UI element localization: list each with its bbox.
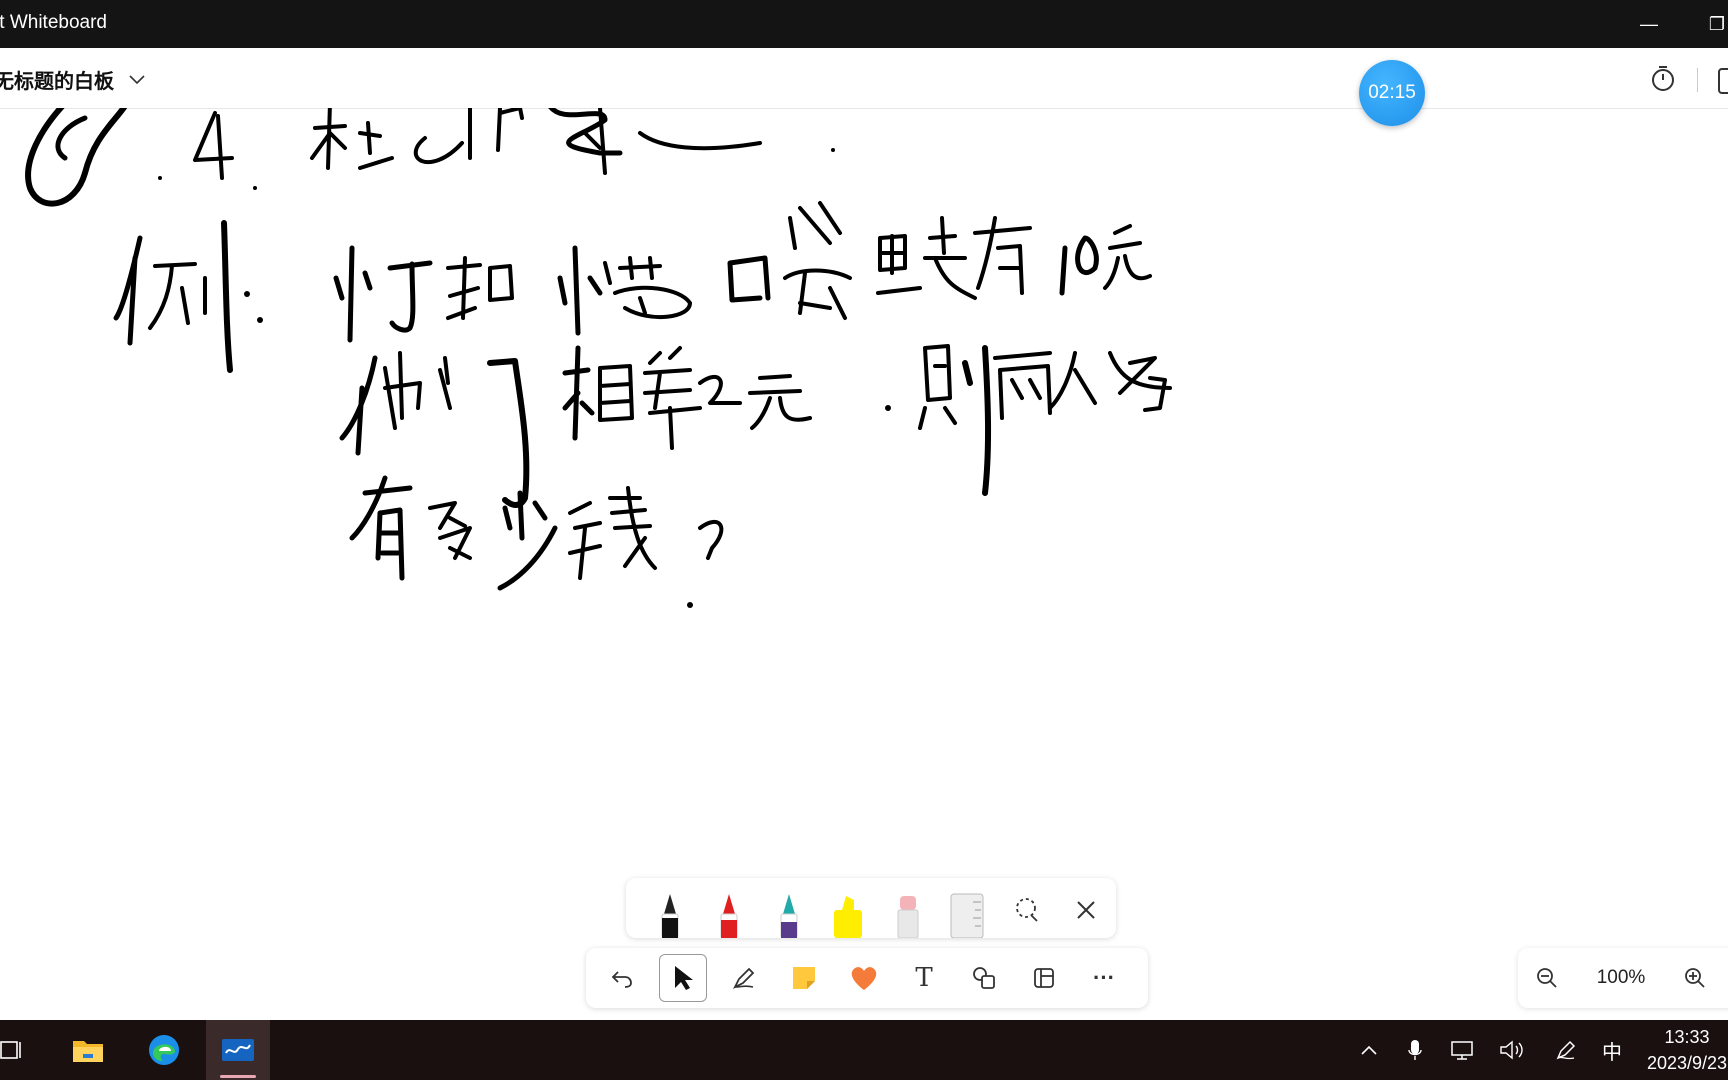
task-view-button[interactable] xyxy=(0,1020,44,1080)
sticky-note-icon xyxy=(793,967,815,989)
shapes-button[interactable] xyxy=(954,954,1014,1002)
minimize-button[interactable]: — xyxy=(1626,0,1672,48)
microphone-button[interactable] xyxy=(1401,1020,1429,1080)
network-icon xyxy=(1451,1041,1473,1060)
chevron-up-icon xyxy=(1361,1045,1377,1055)
undo-icon xyxy=(611,971,632,988)
zoom-controls: 100% xyxy=(1518,948,1728,1008)
main-toolbar: T ··· xyxy=(586,948,1148,1008)
show-hidden-icons-button[interactable] xyxy=(1355,1020,1383,1080)
pointer-icon xyxy=(675,966,693,990)
ruler[interactable] xyxy=(938,882,998,938)
folder-icon xyxy=(73,1041,103,1062)
ruler-icon xyxy=(950,893,984,938)
pen-icon xyxy=(732,967,755,990)
reactions-button[interactable] xyxy=(834,954,894,1002)
board-header: 无标题的白板 xyxy=(0,48,1728,109)
sticky-note-button[interactable] xyxy=(774,954,834,1002)
restore-icon: ❐ xyxy=(1708,13,1726,34)
whiteboard-app-button[interactable] xyxy=(206,1020,270,1080)
red-pen-icon xyxy=(720,894,738,938)
templates-icon xyxy=(1034,968,1054,988)
lasso-select-button[interactable] xyxy=(997,882,1057,938)
zoom-in-icon xyxy=(1685,968,1705,988)
highlighter-icon xyxy=(834,896,863,938)
ime-indicator[interactable]: 中 xyxy=(1596,1020,1628,1080)
file-explorer-button[interactable] xyxy=(56,1020,120,1080)
ink-tool-button[interactable] xyxy=(714,954,774,1002)
title-bar: ft Whiteboard — ❐ xyxy=(0,0,1728,48)
clock-time: 13:33 xyxy=(1664,1027,1710,1047)
timer-value: 02:15 xyxy=(1368,82,1416,103)
network-button[interactable] xyxy=(1449,1020,1477,1080)
galaxy-pen[interactable] xyxy=(759,882,819,938)
text-icon: T xyxy=(915,963,933,993)
red-pen[interactable] xyxy=(700,882,760,938)
edge-browser-button[interactable] xyxy=(132,1020,196,1080)
highlighter[interactable] xyxy=(819,882,879,938)
board-title-dropdown[interactable]: 无标题的白板 xyxy=(0,65,146,94)
close-icon xyxy=(1077,901,1095,919)
ime-indicator-label: 中 xyxy=(1602,1041,1622,1064)
templates-button[interactable] xyxy=(1014,954,1074,1002)
clock-date: 2023/9/23 xyxy=(1646,1053,1728,1073)
microphone-icon xyxy=(1408,1040,1422,1060)
header-divider xyxy=(1697,68,1698,92)
pen-tray xyxy=(626,878,1116,938)
eraser-icon xyxy=(897,896,919,938)
task-view-icon xyxy=(0,1041,21,1059)
board-title: 无标题的白板 xyxy=(0,71,114,93)
black-pen[interactable] xyxy=(640,882,700,938)
edge-icon xyxy=(149,1035,179,1065)
minimize-icon: — xyxy=(1640,13,1658,34)
select-tool-button[interactable] xyxy=(659,954,707,1002)
black-pen-icon xyxy=(661,894,679,938)
undo-button[interactable] xyxy=(592,954,652,1002)
taskbar: 中 13:33 2023/9/23 xyxy=(0,1020,1728,1080)
close-tray-button[interactable] xyxy=(1057,882,1117,938)
shapes-icon xyxy=(973,967,995,989)
volume-button[interactable] xyxy=(1498,1020,1526,1080)
zoom-in-button[interactable] xyxy=(1666,954,1724,1002)
more-options-button[interactable]: ··· xyxy=(1074,954,1134,1002)
chevron-down-icon xyxy=(129,74,145,84)
text-tool-button[interactable]: T xyxy=(894,954,954,1002)
galaxy-pen-icon xyxy=(780,894,798,938)
zoom-out-icon xyxy=(1537,968,1557,988)
restore-button[interactable]: ❐ xyxy=(1694,0,1728,48)
eraser[interactable] xyxy=(878,882,938,938)
zoom-out-button[interactable] xyxy=(1518,954,1576,1002)
more-icon: ··· xyxy=(1093,965,1115,990)
whiteboard-app-icon xyxy=(222,1039,254,1061)
lasso-icon xyxy=(1015,898,1038,922)
pen-tray-icon xyxy=(1556,1040,1576,1060)
zoom-level[interactable]: 100% xyxy=(1576,967,1666,989)
system-clock[interactable]: 13:33 2023/9/23 xyxy=(1632,1024,1728,1076)
app-title: ft Whiteboard xyxy=(0,12,107,33)
timer-icon[interactable] xyxy=(1648,64,1678,94)
pen-menu-button[interactable] xyxy=(1552,1020,1580,1080)
panel-toggle-icon[interactable] xyxy=(1718,68,1728,94)
speaker-icon xyxy=(1500,1040,1523,1060)
heart-icon xyxy=(851,967,877,990)
